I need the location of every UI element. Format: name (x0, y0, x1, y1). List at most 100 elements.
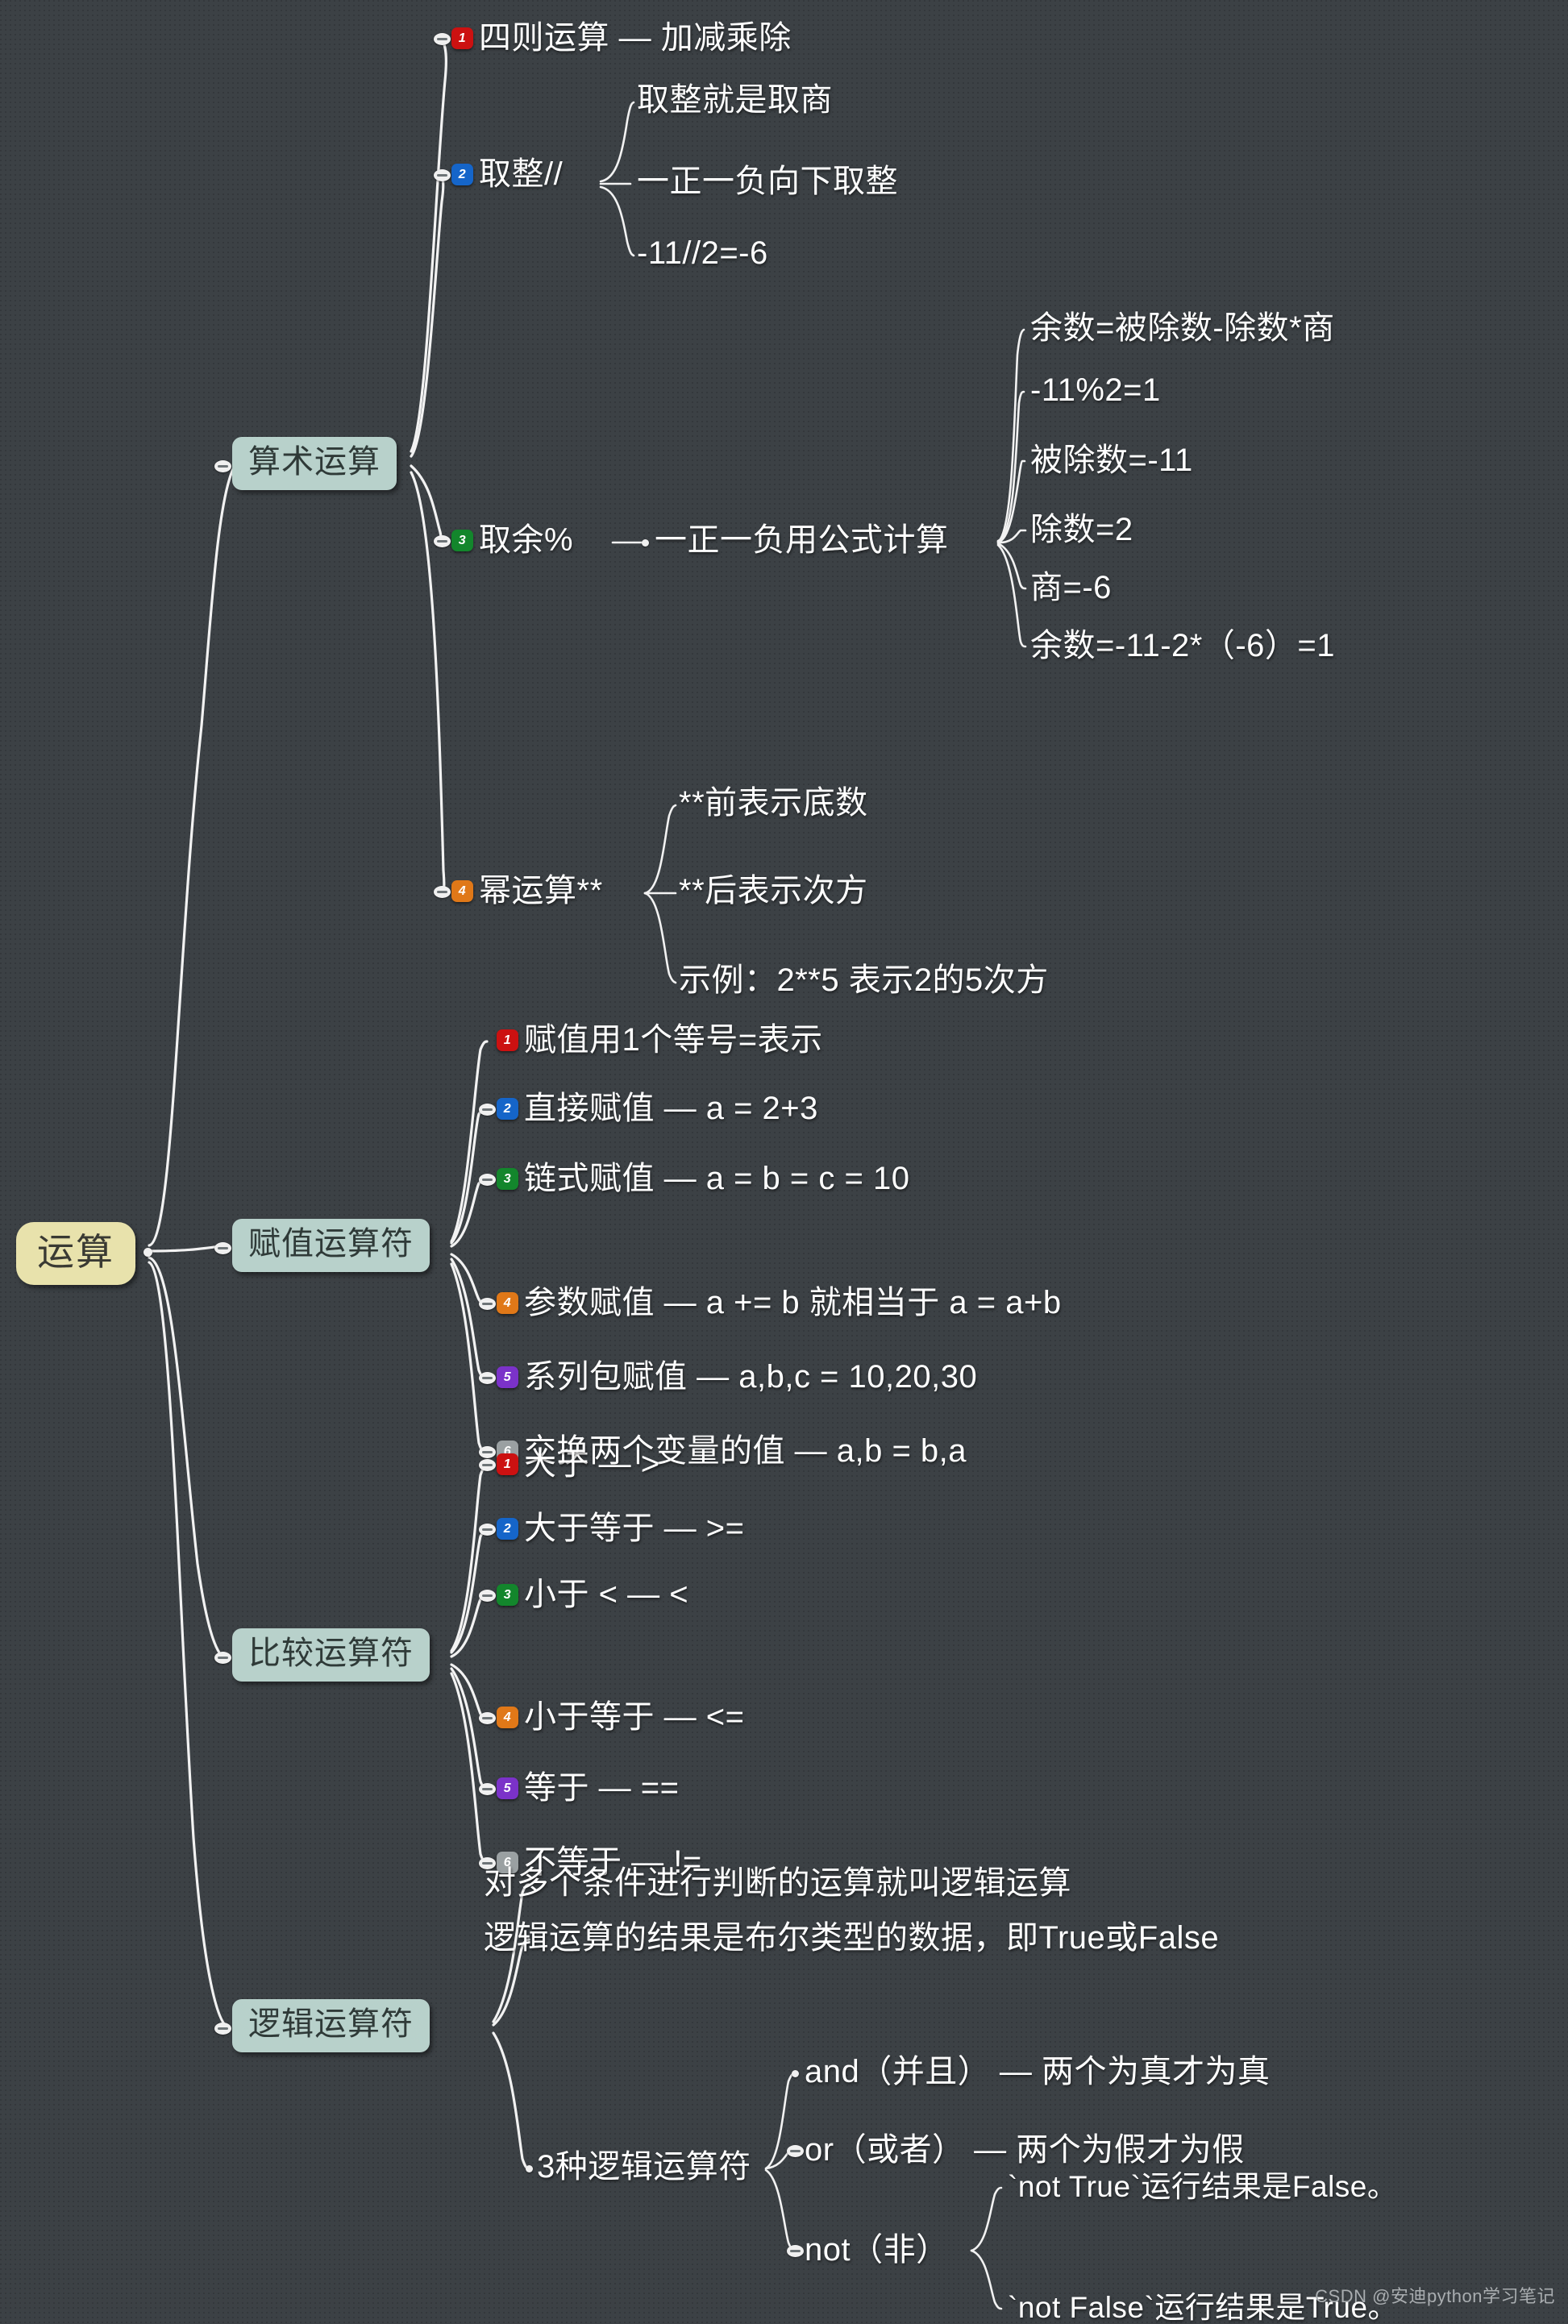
collapse-knob-not[interactable] (787, 2245, 804, 2257)
leaf-mod-detail-4[interactable]: 除数=2 (1030, 513, 1133, 546)
leaf-label: 示例：2**5 表示2的5次方 (679, 962, 1049, 998)
collapse-knob-assignment-6[interactable] (479, 1446, 496, 1458)
collapse-knob-assignment-5[interactable] (479, 1372, 496, 1384)
leaf-label: 链式赋值 — a = b = c = 10 (524, 1161, 910, 1196)
branch-label-assignment: 赋值运算符 (248, 1226, 414, 1262)
branch-label-arithmetic: 算术运算 (248, 444, 381, 480)
leaf-power-child-1[interactable]: **前表示底数 (679, 787, 868, 819)
leaf-logical-or[interactable]: or（或者） — 两个为假才为假 (805, 2134, 1245, 2166)
leaf-mod-detail-2[interactable]: -11%2=1 (1030, 374, 1161, 406)
collapse-knob-four-operations[interactable] (434, 33, 451, 45)
collapse-knob-arithmetic[interactable] (214, 460, 231, 472)
leaf-label: 大于等于 — >= (524, 1511, 745, 1546)
mod-connector-dot (642, 539, 649, 547)
leaf-comparison-1[interactable]: 1 大于 — > (497, 1448, 660, 1480)
connector-lines (148, 39, 1027, 2310)
badge-number: 1 (497, 1029, 518, 1051)
leaf-logical-boolean[interactable]: 逻辑运算的结果是布尔类型的数据，即True或False (484, 1922, 1219, 1954)
badge-number: 3 (497, 1167, 518, 1190)
badge-number: 1 (451, 27, 473, 49)
branch-node-arithmetic[interactable]: 算术运算 (232, 437, 397, 490)
leaf-label: 赋值用1个等号=表示 (524, 1022, 823, 1058)
leaf-mod-detail-6[interactable]: 余数=-11-2*（-6）=1 (1030, 630, 1335, 662)
branch-node-logical[interactable]: 逻辑运算符 (232, 1999, 430, 2052)
collapse-knob-comparison-2[interactable] (479, 1524, 496, 1536)
badge-number: 4 (497, 1291, 518, 1314)
op-and-dot (792, 2070, 799, 2077)
leaf-floordiv[interactable]: 2 取整// (451, 158, 563, 190)
leaf-comparison-3[interactable]: 3 小于 < — < (497, 1578, 688, 1611)
leaf-assignment-2[interactable]: 2 直接赋值 — a = 2+3 (497, 1092, 818, 1125)
leaf-assignment-3[interactable]: 3 链式赋值 — a = b = c = 10 (497, 1162, 909, 1195)
leaf-label: 除数=2 (1030, 512, 1133, 547)
leaf-label: 四则运算 — 加减乘除 (479, 20, 792, 56)
badge-number: 2 (497, 1517, 518, 1540)
leaf-mod[interactable]: 3 取余% (451, 524, 573, 556)
collapse-knob-logical[interactable] (214, 2023, 231, 2035)
leaf-label: 余数=被除数-除数*商 (1030, 310, 1335, 346)
leaf-label: 一正一负向下取整 (637, 164, 898, 199)
root-label: 运算 (37, 1231, 114, 1273)
collapse-knob-floordiv[interactable] (434, 169, 451, 181)
leaf-floordiv-child-1[interactable]: 取整就是取商 (637, 84, 833, 116)
leaf-logical-definition[interactable]: 对多个条件进行判断的运算就叫逻辑运算 (484, 1867, 1071, 1899)
leaf-label: -11%2=1 (1030, 372, 1161, 408)
leaf-label: -11//2=-6 (637, 235, 768, 271)
branch-node-comparison[interactable]: 比较运算符 (232, 1628, 430, 1682)
leaf-label: 小于 < — < (524, 1577, 689, 1612)
leaf-logical-group[interactable]: 3种逻辑运算符 (537, 2151, 751, 2183)
leaf-label: not（非） (805, 2232, 949, 2268)
branch-node-assignment[interactable]: 赋值运算符 (232, 1219, 430, 1272)
leaf-assignment-5[interactable]: 5 系列包赋值 — a,b,c = 10,20,30 (497, 1361, 977, 1393)
leaf-label: 参数赋值 — a += b 就相当于 a = a+b (524, 1285, 1062, 1320)
collapse-knob-assignment-4[interactable] (479, 1298, 496, 1310)
badge-number: 4 (451, 879, 473, 902)
collapse-knob-assignment-3[interactable] (479, 1174, 496, 1186)
collapse-knob-assignment-2[interactable] (479, 1104, 496, 1116)
collapse-knob-comparison-5[interactable] (479, 1783, 496, 1795)
leaf-logical-not[interactable]: not（非） (805, 2234, 949, 2266)
leaf-power-child-3[interactable]: 示例：2**5 表示2的5次方 (679, 964, 1049, 996)
collapse-knob-comparison[interactable] (214, 1652, 231, 1664)
leaf-mod-detail-3[interactable]: 被除数=-11 (1030, 444, 1193, 476)
leaf-assignment-1[interactable]: 1 赋值用1个等号=表示 (497, 1024, 823, 1056)
leaf-label: 等于 — == (524, 1770, 680, 1806)
leaf-four-operations[interactable]: 1 四则运算 — 加减乘除 (451, 22, 792, 54)
logical-group-dot (526, 2165, 533, 2172)
leaf-label: 系列包赋值 — a,b,c = 10,20,30 (524, 1359, 978, 1395)
badge-number: 2 (451, 163, 473, 185)
leaf-floordiv-child-3[interactable]: -11//2=-6 (637, 237, 768, 269)
leaf-floordiv-child-2[interactable]: 一正一负向下取整 (637, 165, 898, 197)
leaf-label: 小于等于 — <= (524, 1699, 745, 1735)
leaf-logical-and[interactable]: and（并且） — 两个为真才为真 (805, 2056, 1270, 2088)
leaf-label: `not True`运行结果是False。 (1008, 2170, 1398, 2203)
leaf-label: 取整就是取商 (637, 82, 833, 118)
leaf-label: 一正一负用公式计算 (655, 522, 949, 558)
collapse-knob-comparison-3[interactable] (479, 1590, 496, 1602)
collapse-knob-comparison-1[interactable] (479, 1459, 496, 1471)
collapse-knob-mod[interactable] (434, 535, 451, 547)
badge-number: 2 (497, 1097, 518, 1120)
leaf-label: 余数=-11-2*（-6）=1 (1030, 628, 1336, 663)
root-node[interactable]: 运算 (16, 1222, 135, 1285)
leaf-comparison-2[interactable]: 2 大于等于 — >= (497, 1512, 744, 1544)
collapse-knob-assignment[interactable] (214, 1242, 231, 1254)
badge-number: 3 (497, 1583, 518, 1606)
leaf-mod-detail-1[interactable]: 余数=被除数-除数*商 (1030, 312, 1335, 344)
leaf-not-true-detail[interactable]: `not True`运行结果是False。 (1008, 2172, 1397, 2201)
badge-number: 1 (497, 1453, 518, 1475)
leaf-power-child-2[interactable]: **后表示次方 (679, 875, 868, 907)
badge-number: 5 (497, 1366, 518, 1388)
leaf-assignment-4[interactable]: 4 参数赋值 — a += b 就相当于 a = a+b (497, 1287, 1062, 1319)
collapse-knob-power[interactable] (434, 886, 451, 898)
collapse-knob-comparison-4[interactable] (479, 1712, 496, 1724)
leaf-label: 3种逻辑运算符 (537, 2149, 751, 2185)
leaf-mod-formula[interactable]: 一正一负用公式计算 (655, 524, 949, 556)
leaf-comparison-5[interactable]: 5 等于 — == (497, 1772, 679, 1804)
collapse-knob-or[interactable] (787, 2145, 804, 2157)
leaf-label: **前表示底数 (679, 785, 868, 821)
leaf-power[interactable]: 4 幂运算** (451, 875, 603, 907)
leaf-mod-detail-5[interactable]: 商=-6 (1030, 572, 1112, 604)
leaf-label: 取整// (479, 156, 564, 192)
leaf-comparison-4[interactable]: 4 小于等于 — <= (497, 1701, 744, 1733)
